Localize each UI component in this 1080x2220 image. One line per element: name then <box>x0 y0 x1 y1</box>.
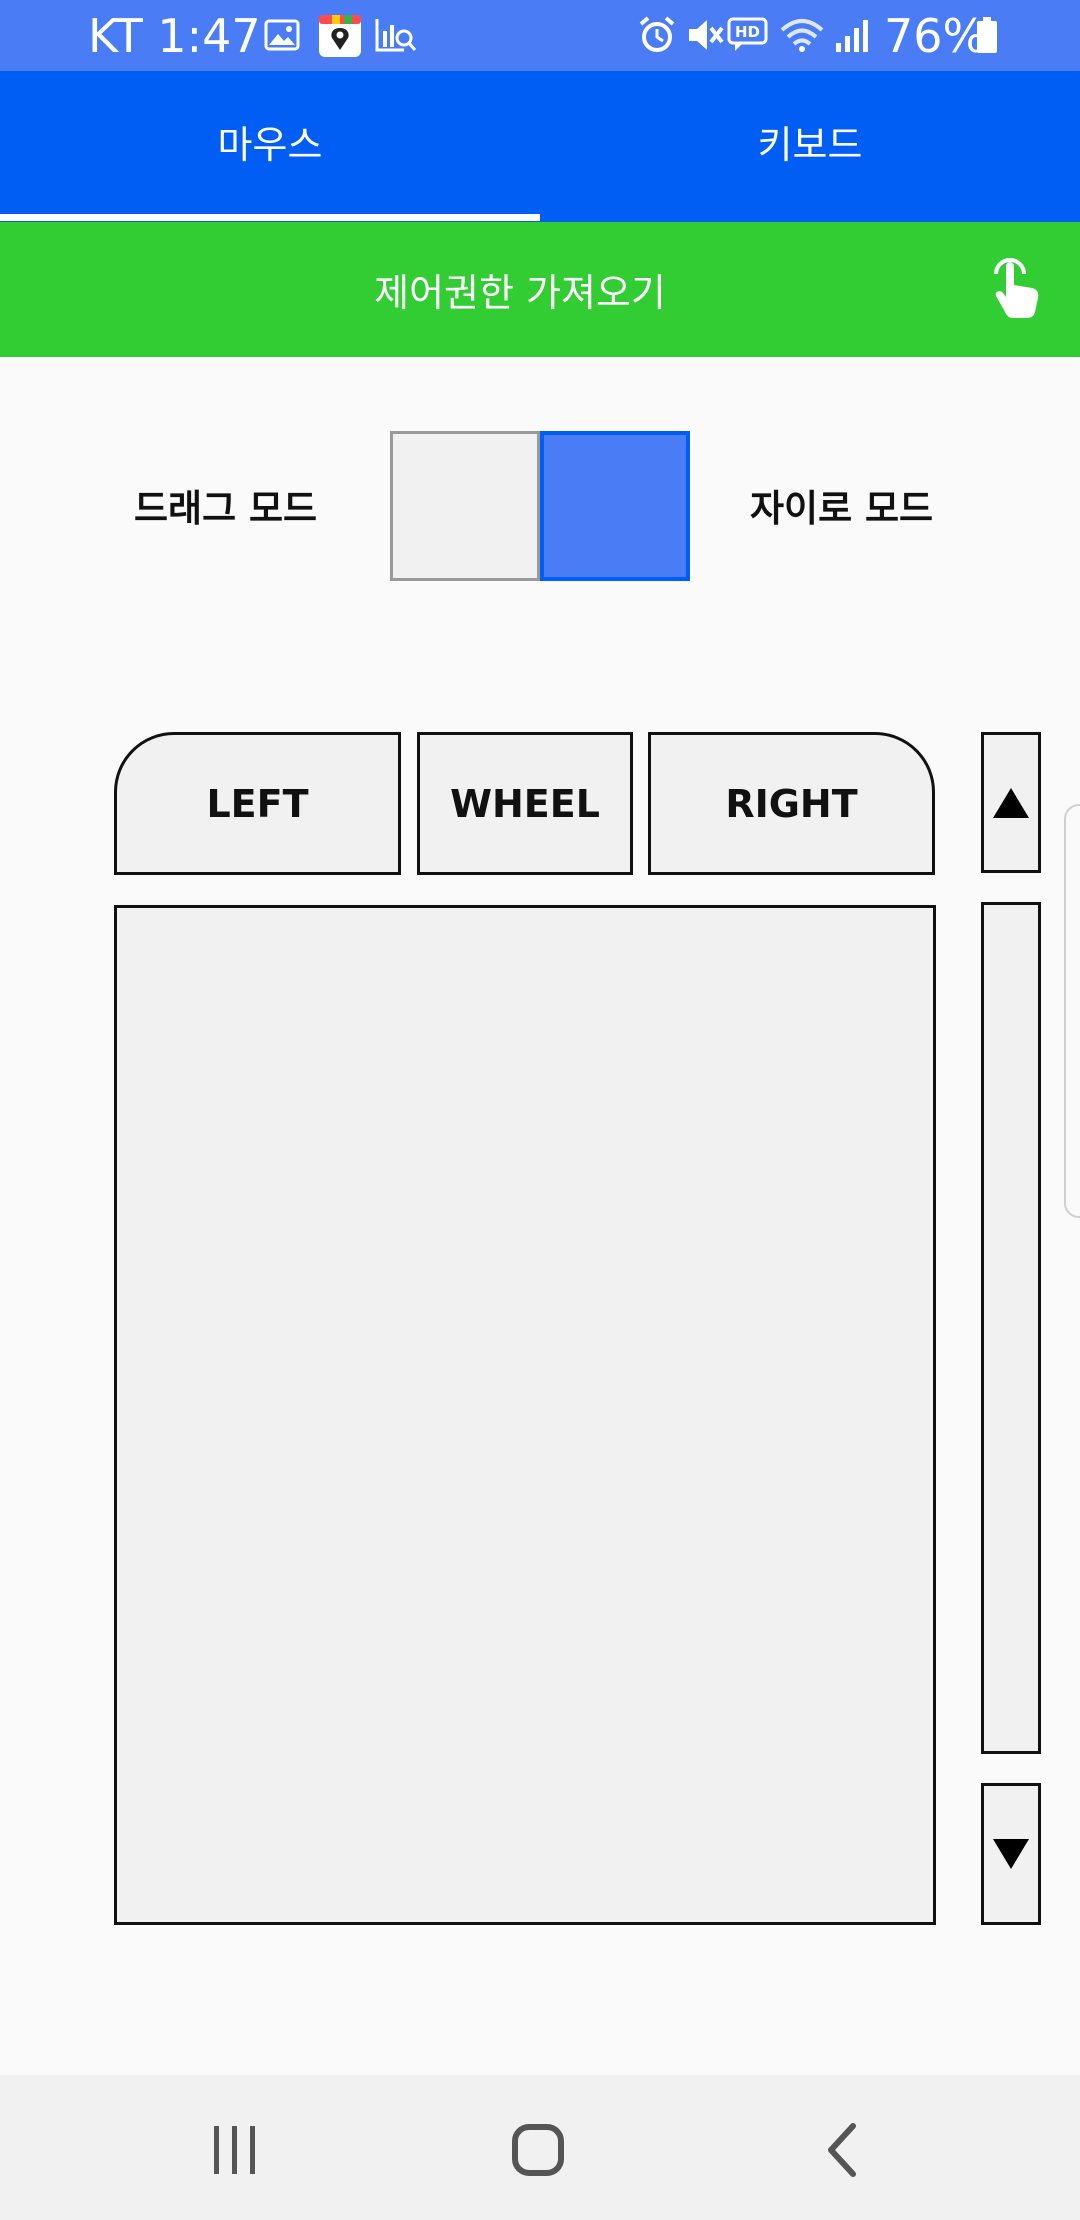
mute-icon <box>684 14 726 56</box>
tab-keyboard-label: 키보드 <box>757 123 863 167</box>
drag-mode-label: 드래그 모드 <box>134 487 318 530</box>
triangle-up-icon <box>993 787 1029 818</box>
tab-mouse[interactable]: 마우스 <box>0 71 540 222</box>
back-icon <box>828 2123 856 2177</box>
signal-icon <box>834 14 870 56</box>
carrier-time: KT 1:47 <box>88 9 261 63</box>
hd-voice-icon: HD <box>727 14 769 56</box>
drag-mode-toggle[interactable] <box>390 431 540 581</box>
tab-selected-indicator <box>0 214 540 221</box>
touchpad-area[interactable] <box>114 905 936 1925</box>
right-click-label: RIGHT <box>725 781 858 826</box>
left-click-label: LEFT <box>206 781 309 826</box>
scroll-down-button[interactable] <box>981 1783 1041 1925</box>
home-icon <box>512 2124 564 2176</box>
alarm-icon <box>636 14 678 56</box>
map-pin-app-icon <box>318 12 362 58</box>
left-click-button[interactable]: LEFT <box>114 732 401 875</box>
battery-icon <box>974 14 1000 56</box>
svg-text:HD: HD <box>735 23 760 41</box>
right-click-button[interactable]: RIGHT <box>648 732 935 875</box>
battery-percentage: 76% <box>884 9 987 63</box>
scroll-track[interactable] <box>981 902 1041 1754</box>
wheel-click-label: WHEEL <box>450 781 600 826</box>
recents-button[interactable] <box>175 2100 295 2200</box>
gallery-icon <box>262 14 302 56</box>
tab-keyboard[interactable]: 키보드 <box>540 71 1080 222</box>
gyro-mode-toggle[interactable] <box>540 431 690 581</box>
triangle-down-icon <box>993 1839 1029 1869</box>
back-button[interactable] <box>781 2100 901 2200</box>
wheel-click-button[interactable]: WHEEL <box>417 732 633 875</box>
chart-search-icon <box>374 14 418 56</box>
home-button[interactable] <box>478 2100 598 2200</box>
tab-mouse-label: 마우스 <box>217 123 323 167</box>
take-control-label[interactable]: 제어권한 가져오기 <box>0 222 1040 357</box>
gyro-mode-label: 자이로 모드 <box>750 487 934 530</box>
touch-hand-icon[interactable] <box>982 252 1044 324</box>
wifi-icon <box>780 14 824 56</box>
recents-icon <box>214 2126 255 2174</box>
edge-panel-handle[interactable] <box>1064 804 1080 1218</box>
scroll-up-button[interactable] <box>981 732 1041 873</box>
